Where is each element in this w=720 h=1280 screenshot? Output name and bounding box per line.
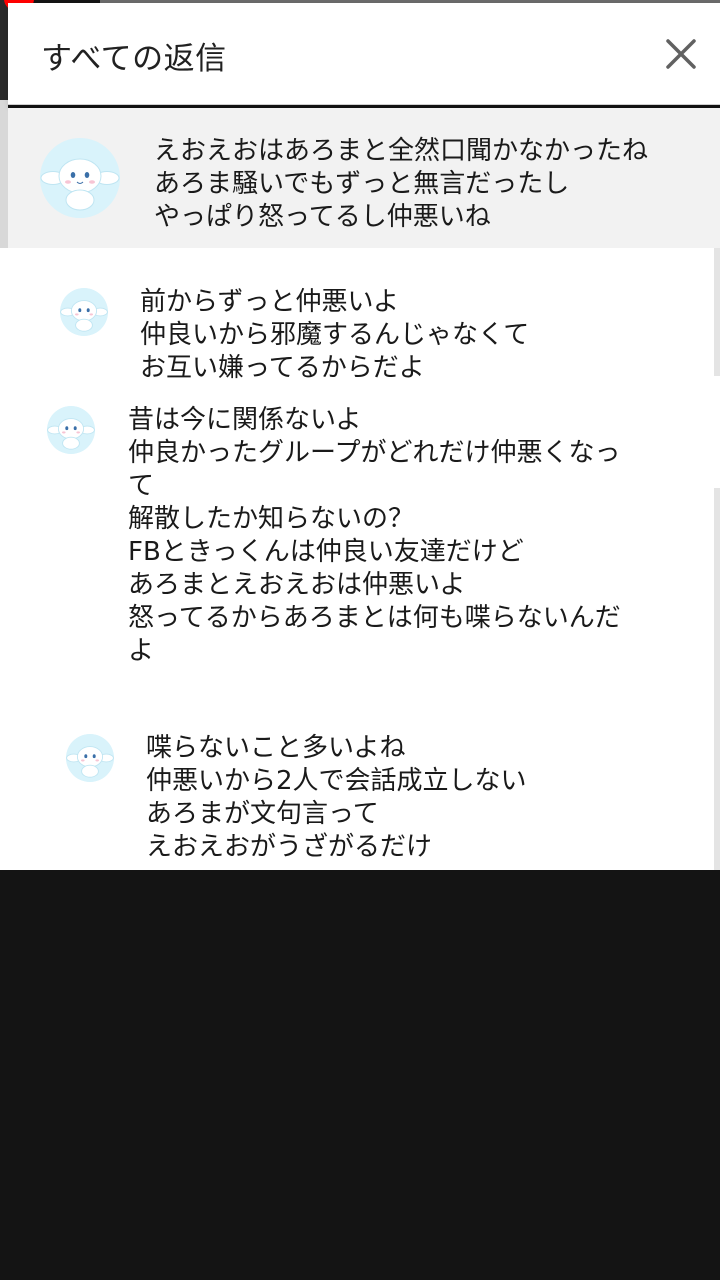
close-icon <box>666 39 696 69</box>
cinnamoroll-avatar-icon[interactable] <box>60 288 108 336</box>
reply-text: 喋らないこと多いよね 仲悪いから2人で会話成立しない あろまが文句言って えおえ… <box>146 733 527 862</box>
screen: すべての返信 えおえおはあろまと全然口聞かなかったね あろま騒いでもずっと無言だ… <box>0 0 720 1280</box>
cinnamoroll-avatar-icon[interactable] <box>66 734 114 782</box>
cinnamoroll-avatar-icon[interactable] <box>40 138 120 218</box>
reply-text: 昔は今に関係ないよ 仲良かったグループがどれだけ仲悪くなっ て 解散したか知らな… <box>128 405 621 666</box>
replies-header: すべての返信 <box>8 3 720 105</box>
backdrop <box>0 870 720 1280</box>
close-button[interactable] <box>660 33 702 75</box>
parent-comment: えおえおはあろまと全然口聞かなかったね あろま騒いでもずっと無言だったし やっぱ… <box>8 108 720 248</box>
page-title: すべての返信 <box>41 41 227 77</box>
background-strip <box>0 0 8 248</box>
cinnamoroll-avatar-icon[interactable] <box>47 406 95 454</box>
comment-text: えおえおはあろまと全然口聞かなかったね あろま騒いでもずっと無言だったし やっぱ… <box>154 136 649 232</box>
replies-list: 前からずっと仲悪いよ 仲良いから邪魔するんじゃなくて お互い嫌ってるからだよ 昔… <box>0 248 720 870</box>
reply-text: 前からずっと仲悪いよ 仲良いから邪魔するんじゃなくて お互い嫌ってるからだよ <box>140 287 530 383</box>
